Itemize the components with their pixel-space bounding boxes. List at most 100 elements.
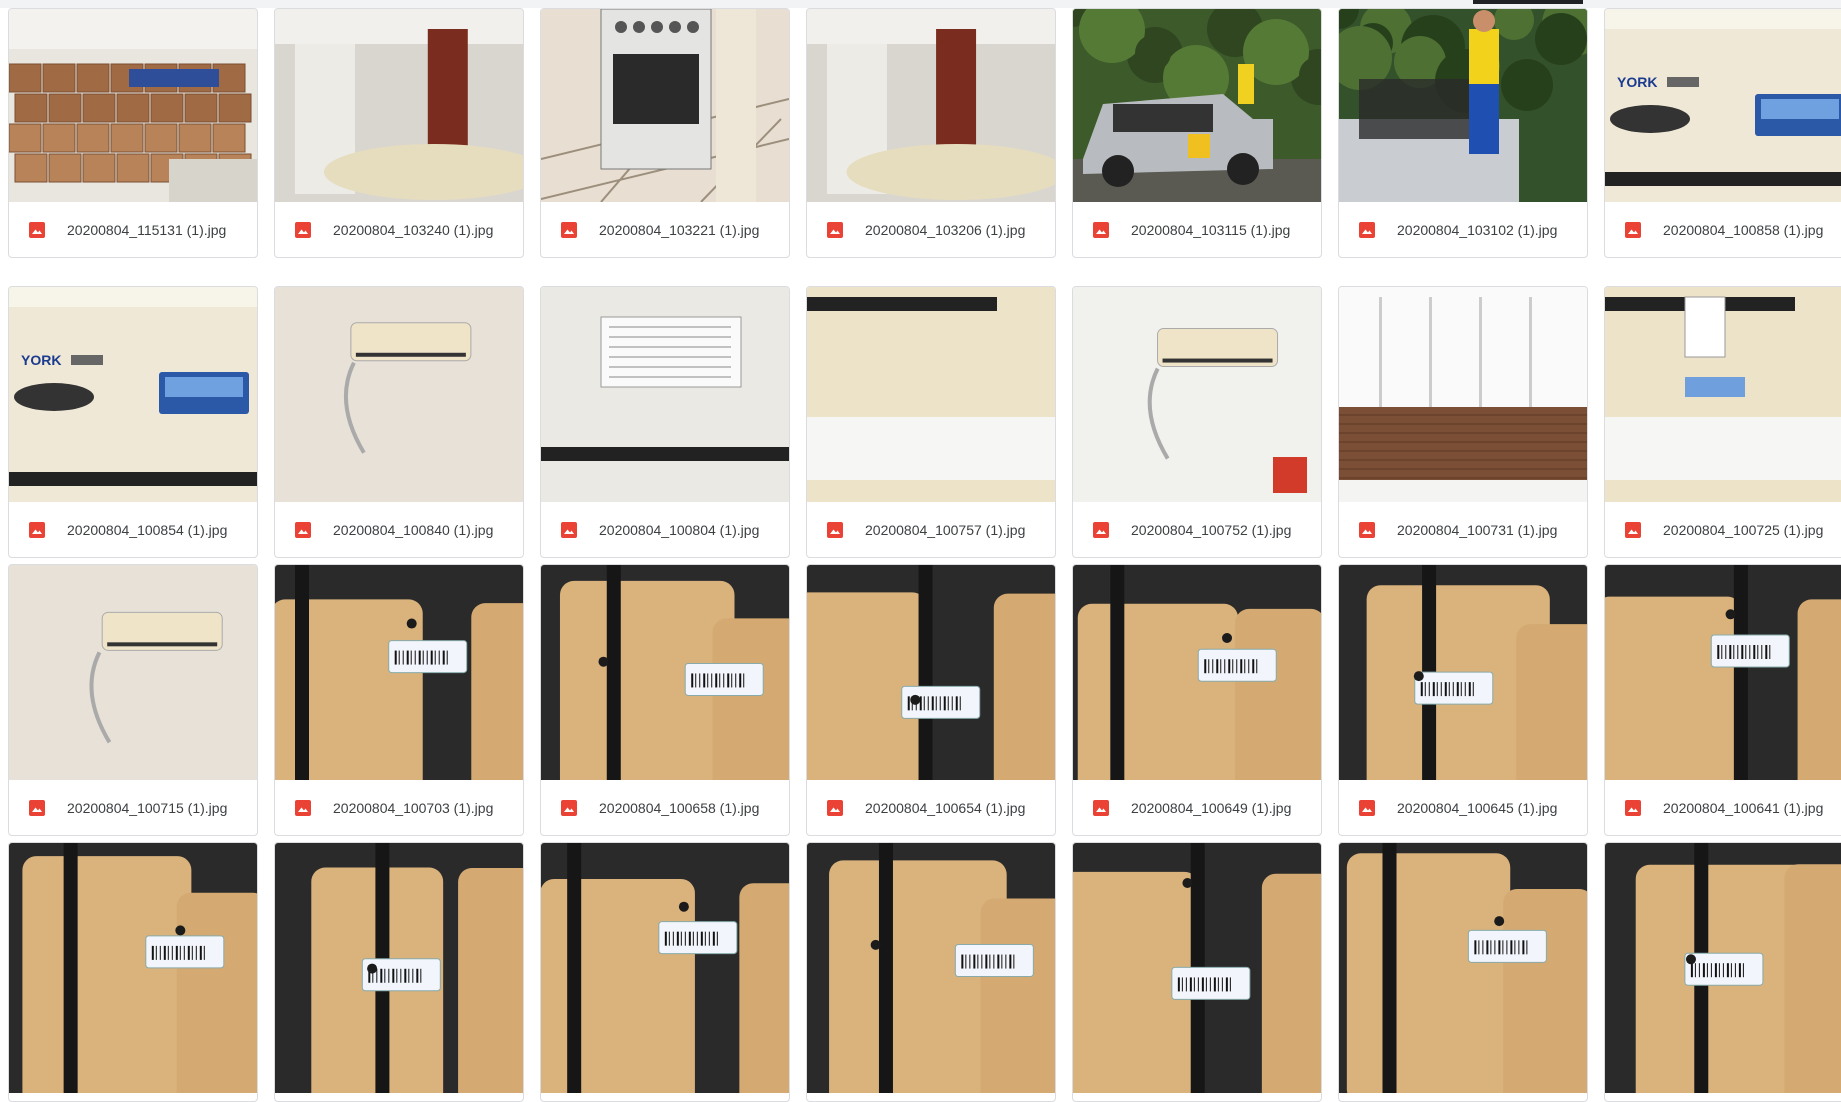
file-name: 20200804_100757 (1).jpg <box>865 521 1026 538</box>
file-thumbnail[interactable]: YORK <box>9 287 257 502</box>
file-tile[interactable]: 20200804_100804 (1).jpg <box>540 286 790 558</box>
image-file-icon <box>1359 521 1375 538</box>
file-thumbnail[interactable]: YORK <box>1605 9 1841 202</box>
file-caption[interactable]: 20200804_103115 (1).jpg <box>1073 202 1321 257</box>
image-file-icon <box>1093 799 1109 816</box>
file-tile[interactable] <box>1072 842 1322 1102</box>
file-tile[interactable]: 20200804_103221 (1).jpg <box>540 8 790 258</box>
image-file-icon <box>29 799 45 816</box>
file-tile[interactable] <box>274 842 524 1102</box>
file-thumbnail[interactable] <box>807 565 1055 780</box>
file-thumbnail[interactable] <box>275 843 523 1093</box>
file-caption[interactable]: 20200804_115131 (1).jpg <box>9 202 257 257</box>
file-tile[interactable]: 20200804_103206 (1).jpg <box>806 8 1056 258</box>
file-caption[interactable]: 20200804_100703 (1).jpg <box>275 780 523 835</box>
file-name: 20200804_100703 (1).jpg <box>333 799 494 816</box>
file-caption[interactable]: 20200804_100757 (1).jpg <box>807 502 1055 557</box>
file-thumbnail[interactable] <box>1073 9 1321 202</box>
file-tile[interactable]: 20200804_100654 (1).jpg <box>806 564 1056 836</box>
file-thumbnail[interactable] <box>1339 565 1587 780</box>
file-thumbnail[interactable] <box>9 9 257 202</box>
file-thumbnail[interactable] <box>1605 843 1841 1093</box>
file-tile[interactable]: YORK 20200804_100854 (1).jpg <box>8 286 258 558</box>
file-thumbnail[interactable] <box>1339 9 1587 202</box>
file-caption[interactable]: 20200804_100731 (1).jpg <box>1339 502 1587 557</box>
file-tile[interactable]: 20200804_100757 (1).jpg <box>806 286 1056 558</box>
file-tile[interactable]: 20200804_100645 (1).jpg <box>1338 564 1588 836</box>
file-thumbnail[interactable] <box>1073 843 1321 1093</box>
file-caption[interactable]: 20200804_100725 (1).jpg <box>1605 502 1841 557</box>
file-thumbnail[interactable] <box>541 565 789 780</box>
file-thumbnail[interactable] <box>1605 565 1841 780</box>
file-caption[interactable]: 20200804_100804 (1).jpg <box>541 502 789 557</box>
file-tile[interactable] <box>8 842 258 1102</box>
file-caption[interactable]: 20200804_100752 (1).jpg <box>1073 502 1321 557</box>
file-caption[interactable]: 20200804_100649 (1).jpg <box>1073 780 1321 835</box>
image-file-icon <box>1359 799 1375 816</box>
file-thumbnail[interactable] <box>275 287 523 502</box>
file-name: 20200804_100804 (1).jpg <box>599 521 760 538</box>
file-tile[interactable]: YORK 20200804_100858 (1).jpg <box>1604 8 1841 258</box>
file-tile[interactable]: 20200804_100752 (1).jpg <box>1072 286 1322 558</box>
image-file-icon <box>295 221 311 238</box>
file-tile[interactable] <box>1604 842 1841 1102</box>
file-tile[interactable]: 20200804_103102 (1).jpg <box>1338 8 1588 258</box>
file-thumbnail[interactable] <box>1073 287 1321 502</box>
file-caption[interactable]: 20200804_103102 (1).jpg <box>1339 202 1587 257</box>
file-thumbnail[interactable] <box>1339 287 1587 502</box>
file-name: 20200804_100649 (1).jpg <box>1131 799 1292 816</box>
file-tile[interactable] <box>540 842 790 1102</box>
file-tile[interactable] <box>806 842 1056 1102</box>
file-tile[interactable]: 20200804_100658 (1).jpg <box>540 564 790 836</box>
file-thumbnail[interactable] <box>1339 843 1587 1093</box>
file-tile[interactable]: 20200804_103115 (1).jpg <box>1072 8 1322 258</box>
file-tile[interactable]: 20200804_100725 (1).jpg <box>1604 286 1841 558</box>
top-toolbar <box>0 0 1841 8</box>
file-thumbnail[interactable] <box>9 843 257 1093</box>
file-tile[interactable]: 20200804_115131 (1).jpg <box>8 8 258 258</box>
image-file-icon <box>827 799 843 816</box>
image-file-icon <box>1625 521 1641 538</box>
file-thumbnail[interactable] <box>9 565 257 780</box>
file-thumbnail[interactable] <box>541 9 789 202</box>
file-caption[interactable]: 20200804_100641 (1).jpg <box>1605 780 1841 835</box>
file-tile[interactable]: 20200804_100641 (1).jpg <box>1604 564 1841 836</box>
file-name: 20200804_103115 (1).jpg <box>1131 221 1291 238</box>
file-caption[interactable]: 20200804_100854 (1).jpg <box>9 502 257 557</box>
file-caption[interactable]: 20200804_103206 (1).jpg <box>807 202 1055 257</box>
file-thumbnail[interactable] <box>807 843 1055 1093</box>
file-tile[interactable] <box>1338 842 1588 1102</box>
file-name: 20200804_100715 (1).jpg <box>67 799 228 816</box>
file-tile[interactable]: 20200804_100715 (1).jpg <box>8 564 258 836</box>
file-caption[interactable]: 20200804_100654 (1).jpg <box>807 780 1055 835</box>
file-tile[interactable]: 20200804_100703 (1).jpg <box>274 564 524 836</box>
file-caption[interactable]: 20200804_100715 (1).jpg <box>9 780 257 835</box>
file-caption[interactable]: 20200804_100840 (1).jpg <box>275 502 523 557</box>
file-caption[interactable]: 20200804_100645 (1).jpg <box>1339 780 1587 835</box>
file-name: 20200804_100725 (1).jpg <box>1663 521 1824 538</box>
file-thumbnail[interactable] <box>275 9 523 202</box>
file-tile[interactable]: 20200804_100840 (1).jpg <box>274 286 524 558</box>
file-caption[interactable]: 20200804_103221 (1).jpg <box>541 202 789 257</box>
file-thumbnail[interactable] <box>541 843 789 1093</box>
scroll-indicator <box>1473 0 1583 4</box>
file-name: 20200804_100654 (1).jpg <box>865 799 1026 816</box>
file-thumbnail[interactable] <box>1605 287 1841 502</box>
file-name: 20200804_100752 (1).jpg <box>1131 521 1292 538</box>
file-name: 20200804_103221 (1).jpg <box>599 221 760 238</box>
file-thumbnail[interactable] <box>275 565 523 780</box>
file-name: 20200804_103240 (1).jpg <box>333 221 494 238</box>
file-name: 20200804_100658 (1).jpg <box>599 799 760 816</box>
file-tile[interactable]: 20200804_100649 (1).jpg <box>1072 564 1322 836</box>
file-thumbnail[interactable] <box>1073 565 1321 780</box>
file-name: 20200804_100840 (1).jpg <box>333 521 494 538</box>
file-thumbnail[interactable] <box>541 287 789 502</box>
file-caption[interactable]: 20200804_100858 (1).jpg <box>1605 202 1841 257</box>
file-thumbnail[interactable] <box>807 9 1055 202</box>
file-name: 20200804_115131 (1).jpg <box>67 221 227 238</box>
file-thumbnail[interactable] <box>807 287 1055 502</box>
file-caption[interactable]: 20200804_100658 (1).jpg <box>541 780 789 835</box>
file-tile[interactable]: 20200804_103240 (1).jpg <box>274 8 524 258</box>
file-caption[interactable]: 20200804_103240 (1).jpg <box>275 202 523 257</box>
file-tile[interactable]: 20200804_100731 (1).jpg <box>1338 286 1588 558</box>
